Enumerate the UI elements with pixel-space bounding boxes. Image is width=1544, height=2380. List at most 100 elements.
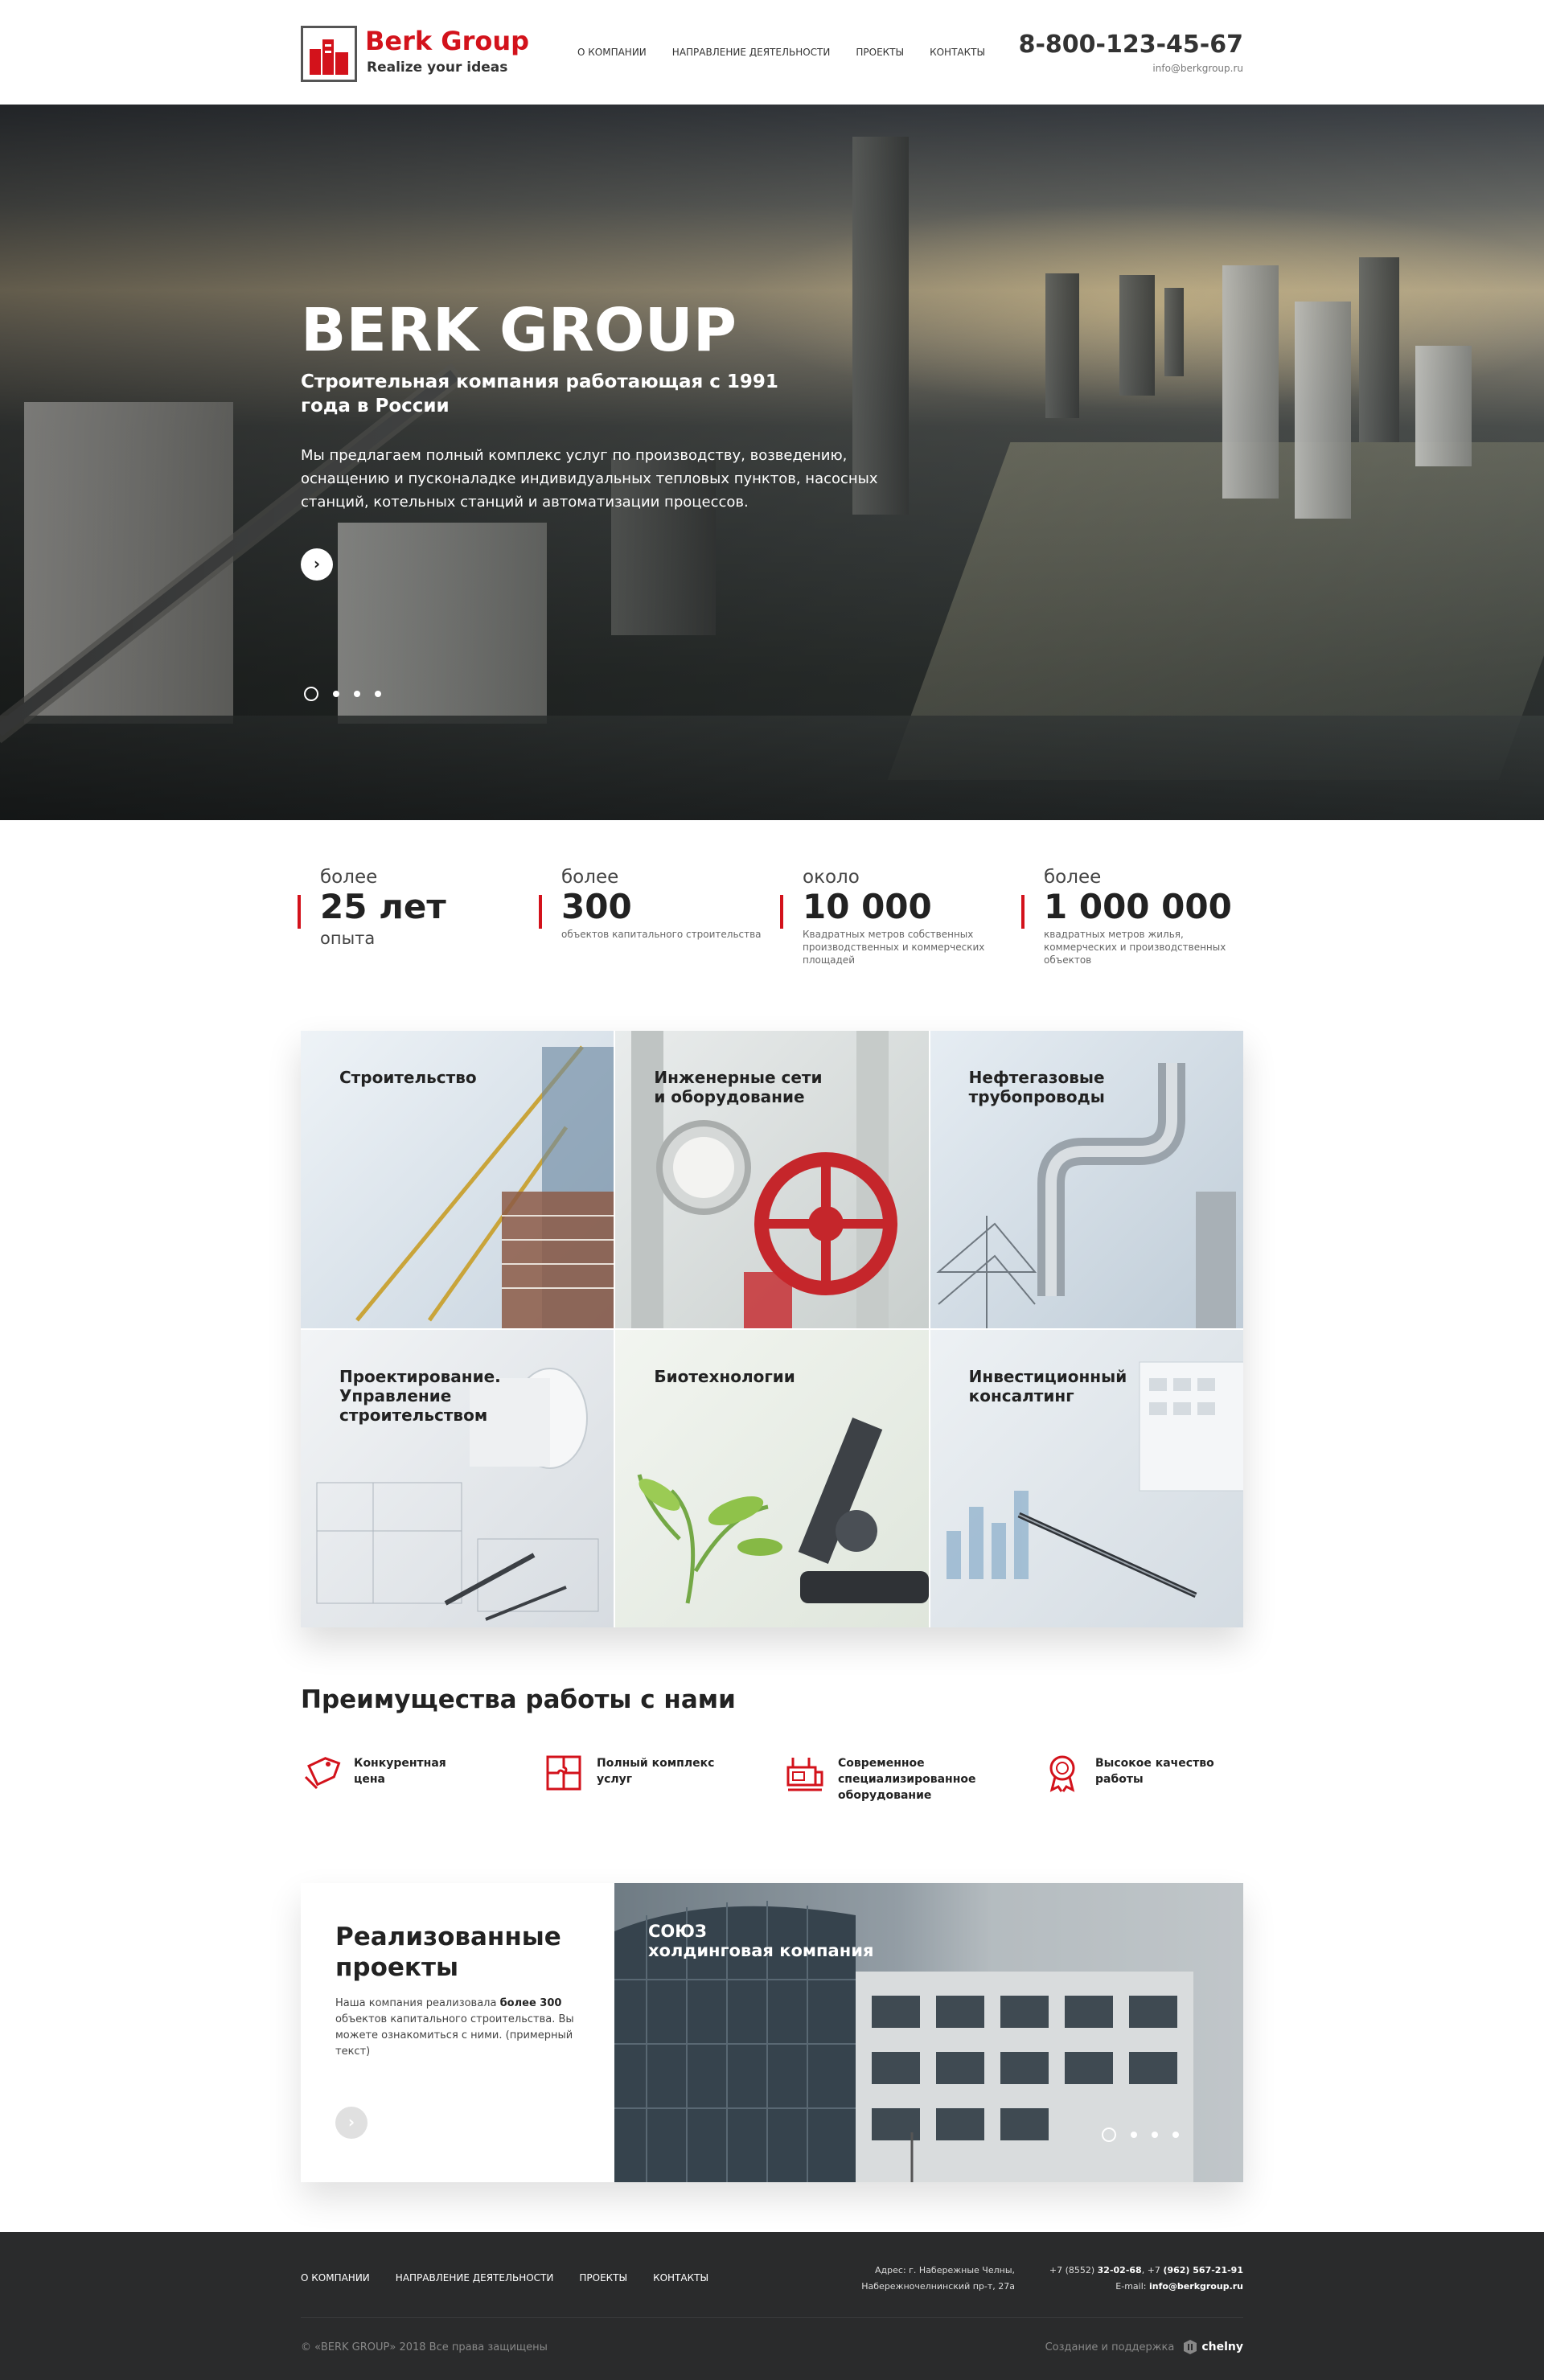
developer-name: chelny [1201, 2341, 1243, 2353]
projects-section: Реализованные проекты Наша компания реал… [301, 1883, 1243, 2182]
service-tile-biotech[interactable]: Биотехнологии [615, 1330, 929, 1627]
service-tile-design[interactable]: Проектирование. Управление строительство… [301, 1330, 614, 1627]
stat-prefix: около [803, 867, 860, 888]
projects-text-part: объектов капитального строительства. Вы … [335, 2013, 574, 2058]
stat-item: более 25 лет опыта [298, 867, 526, 949]
stat-caption: Квадратных метров собственных производст… [803, 929, 985, 966]
footer-nav-item-contacts[interactable]: КОНТАКТЫ [653, 2272, 708, 2284]
developer-logo-icon [1184, 2340, 1197, 2354]
project-slide-image[interactable]: СОЮЗ холдинговая компания [614, 1883, 1243, 2182]
footer-nav-item-projects[interactable]: ПРОЕКТЫ [579, 2272, 627, 2284]
stats-section: более 25 лет опыта более 300 объектов капитал… [298, 867, 1243, 987]
footer-copyright: © «BERK GROUP» 2018 Все права защищены [301, 2341, 548, 2353]
service-tile-engineering[interactable]: Инженерные сети и оборудование [615, 1031, 929, 1328]
stat-value: 10 000 [803, 887, 932, 926]
projects-title: Реализованные проекты [335, 1922, 561, 1982]
stat-value: 25 лет [320, 887, 446, 926]
hero-title: BERK GROUP [301, 296, 737, 365]
hero-description: Мы предлагаем полный комплекс услуг по п… [301, 447, 878, 511]
footer-email[interactable]: info@berkgroup.ru [1149, 2281, 1243, 2292]
hero-next-button[interactable]: › [301, 548, 333, 581]
projects-text-part: Наша компания реализовала [335, 1997, 500, 2009]
service-tile-pipelines[interactable]: Нефтегазовые трубопроводы [930, 1031, 1243, 1328]
stat-value: 300 [561, 887, 632, 926]
stat-prefix: более [320, 867, 378, 888]
stat-caption: объектов капитального строительства [561, 929, 762, 940]
footer-made-by: Создание и поддержка [1045, 2341, 1175, 2353]
developer-link[interactable]: chelny [1184, 2340, 1243, 2354]
pagination-dot[interactable] [1172, 2132, 1179, 2138]
header-phone[interactable]: 8-800-123-45-67 [1019, 31, 1243, 59]
advantage-item: Полный комплекс услуг [544, 1753, 769, 1793]
pagination-dot[interactable] [1131, 2132, 1137, 2138]
advantage-label: Высокое качество работы [1095, 1757, 1214, 1786]
equipment-icon [786, 1758, 823, 1791]
footer-nav-item-activities[interactable]: НАПРАВЛЕНИЕ ДЕЯТЕЛЬНОСТИ [396, 2272, 554, 2284]
stat-item: около 10 000 Квадратных метров собственных… [780, 867, 1008, 966]
service-label: Нефтегазовые трубопроводы [968, 1068, 1105, 1106]
header-email[interactable]: info@berkgroup.ru [1152, 63, 1243, 74]
logo-mark-icon [301, 26, 357, 82]
chevron-right-icon: › [313, 554, 321, 573]
stat-prefix: более [1044, 867, 1102, 888]
pagination-dot[interactable] [354, 691, 360, 697]
nav-item-about[interactable]: О КОМПАНИИ [577, 47, 647, 58]
stat-accent-bar [298, 895, 301, 929]
hero-pagination [304, 687, 381, 701]
projects-next-button[interactable]: › [335, 2107, 368, 2139]
pagination-dot[interactable] [304, 687, 318, 701]
service-tile-construction[interactable]: Строительство [301, 1031, 614, 1328]
footer-address: Адрес: г. Набережные Челны, Набережночел… [861, 2265, 1015, 2292]
nav-item-contacts[interactable]: КОНТАКТЫ [930, 47, 985, 58]
service-label: Биотехнологии [654, 1367, 795, 1386]
projects-pagination [1102, 2128, 1179, 2142]
advantages-title: Преимущества работы с нами [301, 1685, 736, 1714]
footer-credits: Создание и поддержка chelny [1045, 2340, 1243, 2354]
nav-item-activities[interactable]: НАПРАВЛЕНИЕ ДЕЯТЕЛЬНОСТИ [672, 47, 831, 58]
pagination-dot[interactable] [1102, 2128, 1116, 2142]
advantage-label: Конкурентная цена [354, 1757, 446, 1786]
chevron-right-icon: › [347, 2112, 355, 2132]
stat-caption: квадратных метров жилья, коммерческих и … [1044, 929, 1226, 966]
hero-slider: BERK GROUP Строительная компания работаю… [0, 105, 1544, 820]
projects-text: Наша компания реализовала более 300 объе… [335, 1996, 577, 2060]
logo[interactable]: Berk Group Realize your ideas [301, 26, 529, 82]
footer-email-label: E-mail: [1115, 2281, 1149, 2292]
projects-text-highlight: более 300 [499, 1997, 562, 2009]
projects-info: Реализованные проекты Наша компания реал… [301, 1883, 614, 2182]
site-header: Berk Group Realize your ideas О КОМПАНИИ… [0, 0, 1544, 105]
nav-item-projects[interactable]: ПРОЕКТЫ [856, 47, 904, 58]
pagination-dot[interactable] [1152, 2132, 1158, 2138]
puzzle-icon [546, 1755, 581, 1791]
advantage-item: Конкурентная цена [301, 1753, 526, 1793]
pagination-dot[interactable] [375, 691, 381, 697]
service-label: Строительство [339, 1068, 477, 1087]
footer-phone-prefix: +7 (8552) [1049, 2265, 1098, 2275]
stat-accent-bar [1021, 895, 1025, 929]
footer-phones: +7 (8552) 32-02-68, +7 (962) 567-21-91 [1049, 2263, 1243, 2279]
pagination-dot[interactable] [333, 691, 339, 697]
service-label: Проектирование. Управление строительство… [339, 1367, 501, 1425]
price-tag-icon [304, 1757, 341, 1790]
stat-accent-bar [539, 895, 542, 929]
footer-email-line: E-mail: info@berkgroup.ru [1049, 2279, 1243, 2295]
service-label: Инженерные сети и оборудование [654, 1068, 823, 1106]
stat-value: 1 000 000 [1044, 887, 1232, 926]
logo-tagline: Realize your ideas [367, 60, 508, 76]
footer-nav-item-about[interactable]: О КОМПАНИИ [301, 2272, 370, 2284]
quality-badge-icon [1049, 1755, 1075, 1792]
advantage-label: Полный комплекс услуг [597, 1757, 715, 1786]
footer-phone-2[interactable]: (962) 567-21-91 [1163, 2265, 1243, 2275]
stat-caption: опыта [320, 929, 376, 948]
advantage-label: Современное специализированное оборудова… [838, 1757, 976, 1802]
stat-item: более 1 000 000 квадратных метров жилья, к… [1021, 867, 1250, 966]
service-tile-consulting[interactable]: Инвестиционный консалтинг [930, 1330, 1243, 1627]
footer-nav: О КОМПАНИИ НАПРАВЛЕНИЕ ДЕЯТЕЛЬНОСТИ ПРОЕ… [301, 2272, 708, 2284]
footer-phone-1[interactable]: 32-02-68 [1098, 2265, 1142, 2275]
service-label: Инвестиционный консалтинг [968, 1367, 1127, 1405]
footer-contacts: +7 (8552) 32-02-68, +7 (962) 567-21-91 E… [1049, 2263, 1243, 2295]
services-grid: Строительство Инженерные сети и оборудов… [301, 1031, 1243, 1627]
stat-prefix: более [561, 867, 619, 888]
advantage-item: Современное специализированное оборудова… [785, 1753, 1010, 1803]
site-footer: О КОМПАНИИ НАПРАВЛЕНИЕ ДЕЯТЕЛЬНОСТИ ПРОЕ… [0, 2232, 1544, 2380]
